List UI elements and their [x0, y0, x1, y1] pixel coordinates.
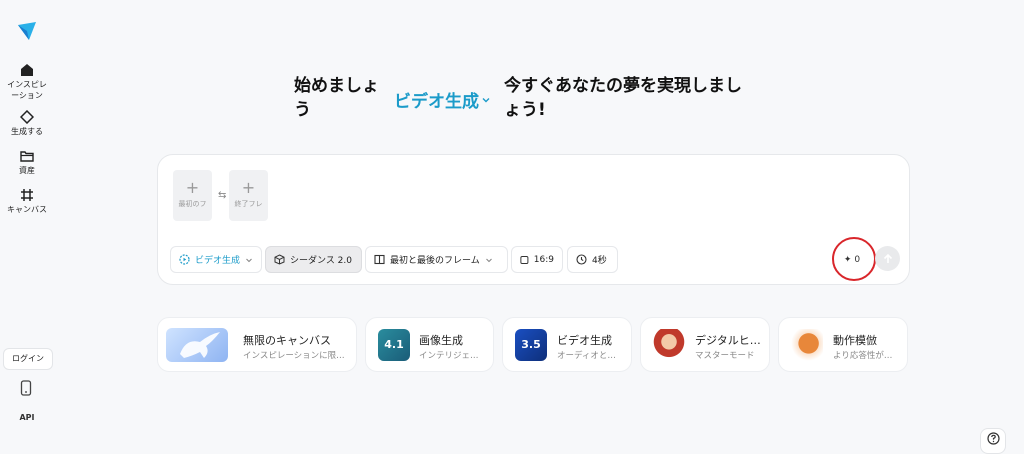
sidebar-item-inspiration[interactable]: インスピレ ーション [0, 63, 54, 101]
sidebar-item-canvas[interactable]: キャンバス [0, 188, 54, 215]
video-mode-icon [179, 254, 190, 265]
card-subtitle: オーディオと… [557, 351, 616, 361]
hero-line: 始めましょ [294, 76, 379, 96]
hero-line: ょう! [504, 100, 546, 120]
card-subtitle: マスターモード [695, 351, 755, 361]
folder-icon [20, 151, 34, 162]
card-title: 動作模倣 [833, 334, 877, 347]
hero-line: 今すぐあなたの夢を実現しまし [504, 76, 742, 96]
feature-card-image[interactable]: 4.1 画像生成 インテリジェ… [365, 317, 494, 372]
card-subtitle: より応答性が… [833, 351, 893, 361]
aspect-ratio-icon [520, 255, 529, 264]
plus-icon: + [185, 178, 200, 197]
clock-icon [576, 254, 587, 265]
sidebar-item-label: インスピレ ーション [7, 80, 47, 100]
arrow-up-icon [883, 253, 892, 263]
last-frame-label: 終了フレ [234, 200, 263, 208]
hero-line: う [294, 100, 311, 120]
mode-select-label: ビデオ生成 [195, 256, 241, 266]
canvas-icon [21, 189, 33, 201]
sidebar: インスピレ ーション 生成する 資産 キャンバス ログイン API [0, 0, 54, 446]
swap-icon[interactable]: ⇆ [218, 190, 226, 201]
mode-select[interactable]: ビデオ生成 [170, 246, 262, 273]
feature-card-motion[interactable]: 動作模倣 より応答性が… [778, 317, 908, 372]
feature-card-canvas[interactable]: 無限のキャンバス インスピレーションに限… [157, 317, 357, 372]
feature-card-video[interactable]: 3.5 ビデオ生成 オーディオと… [502, 317, 632, 372]
card-title: 画像生成 [419, 334, 463, 347]
sidebar-item-label: キャンバス [7, 205, 47, 214]
prompt-composer: + 最初のフ ⇆ + 終了フレ ビデオ生成 シーダンス 2.0 最初と最後のフレ… [157, 154, 910, 285]
duration-select[interactable]: 4秒 [567, 246, 618, 273]
first-frame-label: 最初のフ [178, 200, 207, 208]
home-icon [21, 64, 33, 76]
card-title: ビデオ生成 [557, 334, 612, 347]
video-gen-badge: 3.5 [515, 329, 547, 361]
hero-mode-dropdown[interactable]: ビデオ生成 [394, 87, 491, 112]
sidebar-item-assets[interactable]: 資産 [0, 149, 54, 176]
diamond-icon [20, 110, 34, 124]
help-button[interactable] [980, 428, 1006, 454]
chevron-down-icon [246, 258, 252, 262]
card-subtitle: インテリジェ… [419, 351, 479, 361]
card-title: デジタルヒ… [695, 334, 761, 347]
last-frame-upload[interactable]: + 終了フレ [229, 170, 268, 221]
frame-icon [374, 254, 385, 265]
plus-icon: + [241, 178, 256, 197]
app-logo[interactable] [16, 20, 38, 42]
duration-label: 4秒 [592, 256, 607, 266]
api-link[interactable]: API [0, 413, 54, 422]
mobile-icon[interactable] [20, 380, 32, 396]
chevron-down-icon [482, 97, 490, 102]
chevron-down-icon [485, 258, 492, 262]
feature-card-digital-human[interactable]: デジタルヒ… マスターモード [640, 317, 770, 372]
model-select-label: シーダンス 2.0 [290, 256, 352, 266]
card-title: 無限のキャンバス [243, 334, 331, 347]
hero-mode-label: ビデオ生成 [394, 92, 479, 112]
motion-thumbnail [791, 329, 823, 361]
question-icon [986, 432, 1000, 445]
frame-mode-label: 最初と最後のフレーム [390, 256, 480, 266]
first-frame-upload[interactable]: + 最初のフ [173, 170, 212, 221]
cube-icon [274, 254, 285, 265]
highlight-ring [832, 237, 876, 281]
sidebar-item-generate[interactable]: 生成する [0, 110, 54, 137]
aspect-ratio-select[interactable]: 16:9 [511, 246, 563, 273]
aspect-ratio-label: 16:9 [533, 254, 554, 265]
sidebar-item-label: 資産 [19, 166, 35, 175]
send-button[interactable] [875, 246, 900, 271]
pegasus-thumbnail [166, 328, 228, 362]
model-select[interactable]: シーダンス 2.0 [265, 246, 362, 273]
hero-text-part1: 始めましょ う [294, 74, 379, 122]
login-button[interactable]: ログイン [3, 348, 53, 370]
hero-text-part2: 今すぐあなたの夢を実現しまし ょう! [504, 74, 742, 122]
frame-mode-select[interactable]: 最初と最後のフレーム [365, 246, 508, 273]
image-gen-badge: 4.1 [378, 329, 410, 361]
sidebar-item-label: 生成する [11, 127, 43, 136]
card-subtitle: インスピレーションに限… [243, 351, 345, 361]
character-thumbnail [653, 329, 685, 361]
